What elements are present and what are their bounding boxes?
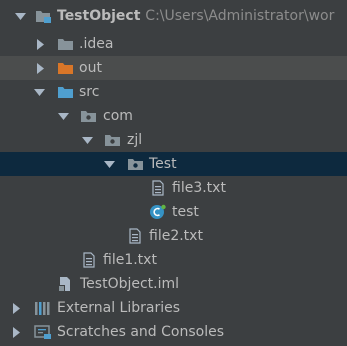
tree-label: file1.txt: [103, 252, 157, 268]
tree-label: test: [172, 204, 199, 220]
class-icon: [149, 204, 166, 220]
tree-label: External Libraries: [57, 300, 180, 316]
tree-row-file2[interactable]: file2.txt: [0, 224, 347, 248]
module-folder-icon: [35, 8, 51, 24]
project-path: C:\Users\Administrator\wor: [145, 8, 335, 24]
text-file-icon: [151, 180, 167, 196]
tree-row-scratches[interactable]: Scratches and Consoles: [0, 320, 347, 344]
tree-row-external-libraries[interactable]: External Libraries: [0, 296, 347, 320]
tree-row-com[interactable]: com: [0, 104, 347, 128]
tree-row-zjl[interactable]: zjl: [0, 128, 347, 152]
chevron-right-icon[interactable]: [34, 56, 46, 80]
tree-label: Test: [149, 156, 177, 172]
chevron-down-icon[interactable]: [81, 128, 93, 152]
chevron-down-icon[interactable]: [33, 80, 45, 104]
iml-file-icon: [58, 276, 74, 292]
text-file-icon: [82, 252, 98, 268]
package-icon: [127, 156, 143, 172]
project-tree[interactable]: TestObject C:\Users\Administrator\wor .i…: [0, 0, 347, 346]
tree-row-file3[interactable]: file3.txt: [0, 176, 347, 200]
tree-label: com: [103, 108, 133, 124]
tree-label: zjl: [127, 132, 143, 148]
chevron-down-icon[interactable]: [103, 152, 115, 176]
chevron-down-icon[interactable]: [57, 104, 69, 128]
tree-label: Scratches and Consoles: [57, 324, 224, 340]
tree-row-src[interactable]: src: [0, 80, 347, 104]
tree-row-test-class[interactable]: test: [0, 200, 347, 224]
tree-label: .idea: [79, 36, 114, 52]
tree-label: out: [79, 60, 102, 76]
excluded-folder-icon: [57, 60, 73, 76]
tree-label: TestObject.iml: [80, 276, 180, 292]
libraries-icon: [34, 300, 50, 316]
tree-row-idea[interactable]: .idea: [0, 32, 347, 56]
package-icon: [104, 132, 120, 148]
chevron-right-icon[interactable]: [10, 296, 22, 320]
chevron-right-icon[interactable]: [34, 32, 46, 56]
project-title: TestObject: [57, 8, 141, 24]
tree-label: file2.txt: [149, 228, 203, 244]
package-icon: [80, 108, 96, 124]
tree-row-file1[interactable]: file1.txt: [0, 248, 347, 272]
tree-label: file3.txt: [172, 180, 226, 196]
source-folder-icon: [57, 84, 73, 100]
scratches-icon: [34, 324, 51, 340]
chevron-right-icon[interactable]: [10, 320, 22, 344]
project-name: TestObject C:\Users\Administrator\wor: [57, 4, 334, 28]
tree-row-iml[interactable]: TestObject.iml: [0, 272, 347, 296]
text-file-icon: [128, 228, 144, 244]
folder-icon: [57, 36, 73, 52]
tree-row-out[interactable]: out: [0, 56, 347, 80]
tree-row-test-package[interactable]: Test: [0, 152, 347, 176]
tree-label: src: [79, 84, 100, 100]
chevron-down-icon[interactable]: [14, 4, 26, 28]
tree-row-project-root[interactable]: TestObject C:\Users\Administrator\wor: [0, 4, 347, 28]
